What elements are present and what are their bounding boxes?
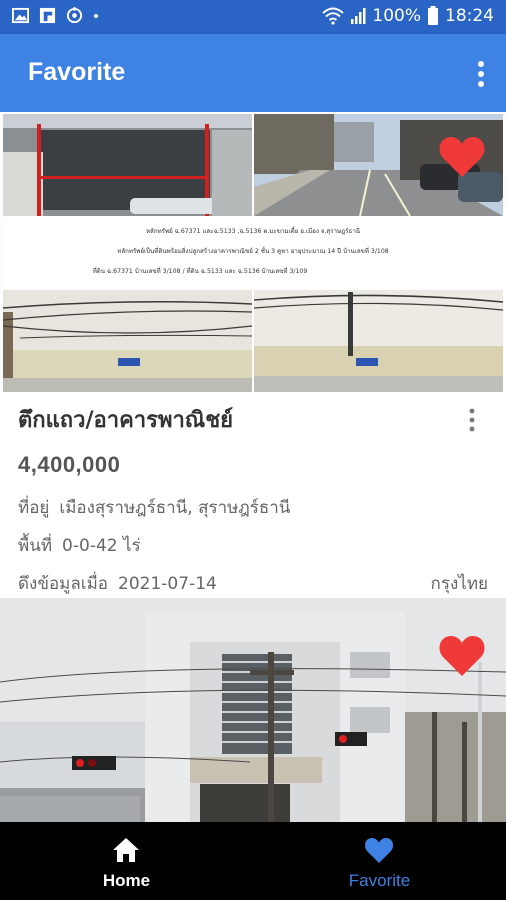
heart-icon [364,838,394,863]
bottom-navigation: Home Favorite [0,822,506,900]
sync-icon [66,7,83,24]
app-bar: Favorite [0,34,506,112]
favorite-heart-icon[interactable] [438,634,486,678]
battery-icon [428,6,438,25]
property-photo-collage: หลักทรัพย์ ฉ.67371 และฉ.5133 ,ฉ.5136 ต.ม… [2,114,504,392]
page-title: Favorite [28,58,126,86]
photo-caption-line-3: ที่ดิน ฉ.67371 บ้านเลขที่ 3/108 / ที่ดิน… [93,267,308,275]
notification-icons [12,7,99,24]
bank-name: กรุงไทย [430,574,488,594]
listing-card[interactable]: หลักทรัพย์ ฉ.67371 และฉ.5133 ,ฉ.5136 ต.ม… [0,112,506,598]
listing-area: พื้นที่ 0-0-42 ไร่ [18,532,141,559]
flipboard-icon [39,7,56,24]
nav-favorite-label: Favorite [348,871,411,890]
address-label: ที่อยู่ [18,498,50,518]
more-options-icon[interactable] [476,60,486,88]
listing-price: 4,400,000 [18,452,121,477]
wifi-icon [322,7,345,25]
home-icon [113,838,139,862]
listing-more-icon[interactable] [468,408,476,432]
listing-title: ตึกแถว/อาคารพาณิชย์ [18,408,234,433]
battery-percent: 100% [372,6,421,26]
gallery-icon [12,7,29,24]
area-value: 0-0-42 ไร่ [62,536,141,556]
listing-photo[interactable]: หลักทรัพย์ ฉ.67371 และฉ.5133 ,ฉ.5136 ต.ม… [0,112,506,394]
listing-address: ที่อยู่ เมืองสุราษฎร์ธานี, สุราษฎร์ธานี [18,494,290,521]
nav-home[interactable]: Home [0,822,253,900]
listing-fetched: ดึงข้อมูลเมื่อ 2021-07-14 [18,570,217,597]
favorite-heart-icon[interactable] [438,135,486,179]
nav-favorite[interactable]: Favorite [253,822,506,900]
fetched-date: 2021-07-14 [118,574,217,594]
dot-icon [94,13,98,18]
area-label: พื้นที่ [18,536,53,556]
address-value: เมืองสุราษฎร์ธานี, สุราษฎร์ธานี [59,498,291,518]
clock: 18:24 [445,6,494,26]
signal-icon [351,8,366,24]
listing-photo[interactable] [0,612,506,822]
photo-caption-line-1: หลักทรัพย์ ฉ.67371 และฉ.5133 ,ฉ.5136 ต.ม… [146,226,361,235]
status-bar: 100% 18:24 [0,0,506,34]
fetched-label: ดึงข้อมูลเมื่อ [18,574,109,594]
photo-caption-line-2: หลักทรัพย์เป็นที่ดินพร้อมสิ่งปลูกสร้างอา… [117,246,389,255]
system-status: 100% 18:24 [322,6,494,26]
listing-card[interactable] [0,612,506,822]
nav-home-label: Home [102,871,151,890]
